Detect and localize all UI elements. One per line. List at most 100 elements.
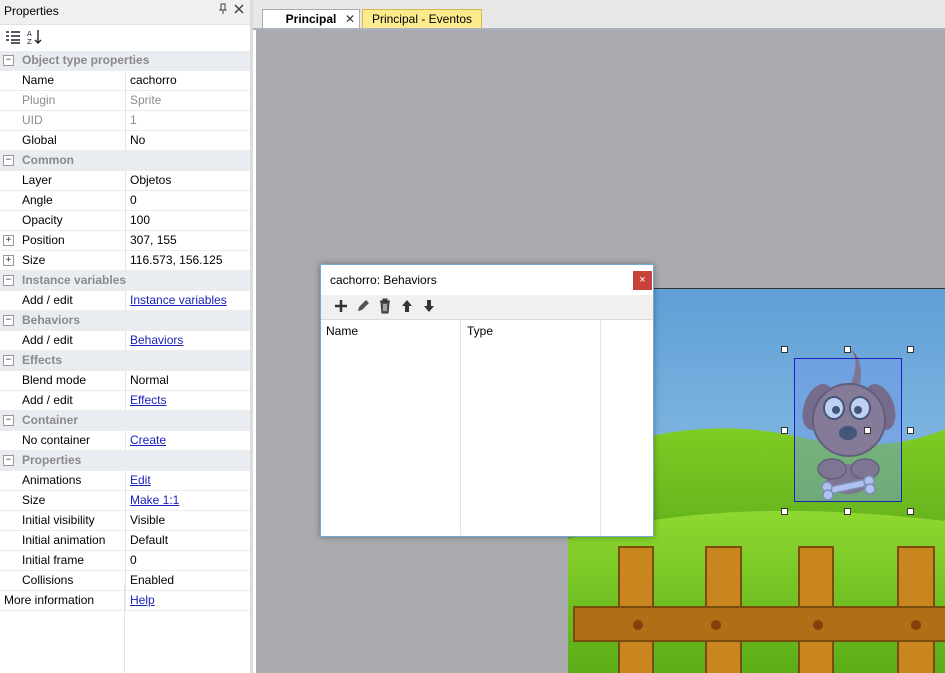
collapse-icon[interactable]: − xyxy=(3,355,14,366)
property-value[interactable]: 1 xyxy=(125,111,250,130)
property-link[interactable]: Instance variables xyxy=(125,291,250,310)
sort-az-icon[interactable]: AZ xyxy=(27,29,43,46)
add-icon[interactable] xyxy=(333,298,349,314)
collapse-icon[interactable]: − xyxy=(3,415,14,426)
resize-handle-w[interactable] xyxy=(781,427,788,434)
property-row[interactable]: + Size 116.573, 156.125 xyxy=(0,251,250,271)
property-category[interactable]: − Instance variables xyxy=(0,271,250,291)
edit-icon[interactable] xyxy=(355,298,371,314)
property-row[interactable]: Name cachorro xyxy=(0,71,250,91)
property-link[interactable]: Make 1:1 xyxy=(125,491,250,510)
property-row[interactable]: Collisions Enabled xyxy=(0,571,250,591)
property-category[interactable]: − Object type properties xyxy=(0,51,250,71)
property-row[interactable]: Add / edit Instance variables xyxy=(0,291,250,311)
property-row[interactable]: More information Help xyxy=(0,591,250,611)
collapse-icon[interactable]: − xyxy=(3,315,14,326)
property-label: Angle xyxy=(22,193,53,207)
property-row[interactable]: Global No xyxy=(0,131,250,151)
selection-box[interactable] xyxy=(794,358,902,502)
property-category[interactable]: − Properties xyxy=(0,451,250,471)
property-row[interactable]: Layer Objetos xyxy=(0,171,250,191)
property-row[interactable]: Plugin Sprite xyxy=(0,91,250,111)
property-value[interactable]: cachorro xyxy=(125,71,250,90)
property-category[interactable]: − Common xyxy=(0,151,250,171)
property-category[interactable]: − Behaviors xyxy=(0,311,250,331)
property-value[interactable]: 0 xyxy=(125,191,250,210)
property-row[interactable]: Animations Edit xyxy=(0,471,250,491)
origin-handle[interactable] xyxy=(864,427,871,434)
collapse-icon[interactable]: − xyxy=(3,155,14,166)
property-link[interactable]: Help xyxy=(125,591,250,610)
property-value[interactable]: 307, 155 xyxy=(125,231,250,250)
property-row[interactable]: Angle 0 xyxy=(0,191,250,211)
property-row[interactable]: Opacity 100 xyxy=(0,211,250,231)
dialog-toolbar xyxy=(321,295,653,320)
resize-handle-sw[interactable] xyxy=(781,508,788,515)
dialog-close-button[interactable]: × xyxy=(633,271,652,290)
property-label: Plugin xyxy=(22,93,56,107)
property-value[interactable]: Normal xyxy=(125,371,250,390)
property-value[interactable]: No xyxy=(125,131,250,150)
property-row[interactable]: Add / edit Effects xyxy=(0,391,250,411)
property-link[interactable]: Create xyxy=(125,431,250,450)
property-label: Effects xyxy=(22,353,63,367)
property-value[interactable]: Enabled xyxy=(125,571,250,590)
property-link[interactable]: Effects xyxy=(125,391,250,410)
tab-principal-eventos[interactable]: Principal - Eventos xyxy=(362,9,482,29)
property-value[interactable]: Sprite xyxy=(125,91,250,110)
property-value[interactable]: Default xyxy=(125,531,250,550)
resize-handle-n[interactable] xyxy=(844,346,851,353)
property-link[interactable]: Behaviors xyxy=(125,331,250,350)
move-up-icon[interactable] xyxy=(399,298,415,314)
collapse-icon[interactable]: − xyxy=(3,275,14,286)
property-value[interactable]: Visible xyxy=(125,511,250,530)
property-row[interactable]: + Position 307, 155 xyxy=(0,231,250,251)
property-category[interactable]: − Container xyxy=(0,411,250,431)
property-row[interactable]: Initial frame 0 xyxy=(0,551,250,571)
tab-close-icon[interactable]: ✕ xyxy=(345,10,355,29)
property-link[interactable]: Edit xyxy=(125,471,250,490)
properties-toolbar: AZ xyxy=(0,25,250,51)
property-value[interactable]: 116.573, 156.125 xyxy=(125,251,250,270)
property-label: Add / edit xyxy=(22,333,73,347)
expand-icon[interactable]: + xyxy=(3,235,14,246)
categorized-icon[interactable] xyxy=(5,29,21,45)
collapse-icon[interactable]: − xyxy=(3,455,14,466)
delete-icon[interactable] xyxy=(377,298,393,314)
property-value[interactable]: Objetos xyxy=(125,171,250,190)
property-row[interactable]: UID 1 xyxy=(0,111,250,131)
expand-icon[interactable]: + xyxy=(3,255,14,266)
property-row[interactable]: Initial animation Default xyxy=(0,531,250,551)
property-value[interactable]: 0 xyxy=(125,551,250,570)
resize-handle-nw[interactable] xyxy=(781,346,788,353)
property-label: Position xyxy=(22,233,65,247)
close-icon[interactable] xyxy=(232,3,246,17)
behaviors-dialog: cachorro: Behaviors × Name Type xyxy=(320,264,654,537)
resize-handle-e[interactable] xyxy=(907,427,914,434)
property-value[interactable]: 100 xyxy=(125,211,250,230)
property-category[interactable]: − Effects xyxy=(0,351,250,371)
property-label: Initial frame xyxy=(22,553,85,567)
property-label: Opacity xyxy=(22,213,63,227)
property-label: Behaviors xyxy=(22,313,81,327)
column-type-header[interactable]: Type xyxy=(467,324,493,338)
property-row[interactable]: Add / edit Behaviors xyxy=(0,331,250,351)
pin-icon[interactable] xyxy=(216,3,230,17)
svg-text:A: A xyxy=(27,30,32,38)
property-row[interactable]: No container Create xyxy=(0,431,250,451)
tab-principal[interactable]: Principal ✕ xyxy=(262,9,360,29)
resize-handle-s[interactable] xyxy=(844,508,851,515)
property-label: Initial animation xyxy=(22,533,106,547)
column-name-header[interactable]: Name xyxy=(326,324,358,338)
property-label: Add / edit xyxy=(22,293,73,307)
panel-splitter[interactable] xyxy=(250,0,253,673)
resize-handle-se[interactable] xyxy=(907,508,914,515)
move-down-icon[interactable] xyxy=(421,298,437,314)
property-row[interactable]: Blend mode Normal xyxy=(0,371,250,391)
collapse-icon[interactable]: − xyxy=(3,55,14,66)
property-row[interactable]: Size Make 1:1 xyxy=(0,491,250,511)
property-row[interactable]: Initial visibility Visible xyxy=(0,511,250,531)
property-label: Layer xyxy=(22,173,53,187)
resize-handle-ne[interactable] xyxy=(907,346,914,353)
property-label: Container xyxy=(22,413,79,427)
